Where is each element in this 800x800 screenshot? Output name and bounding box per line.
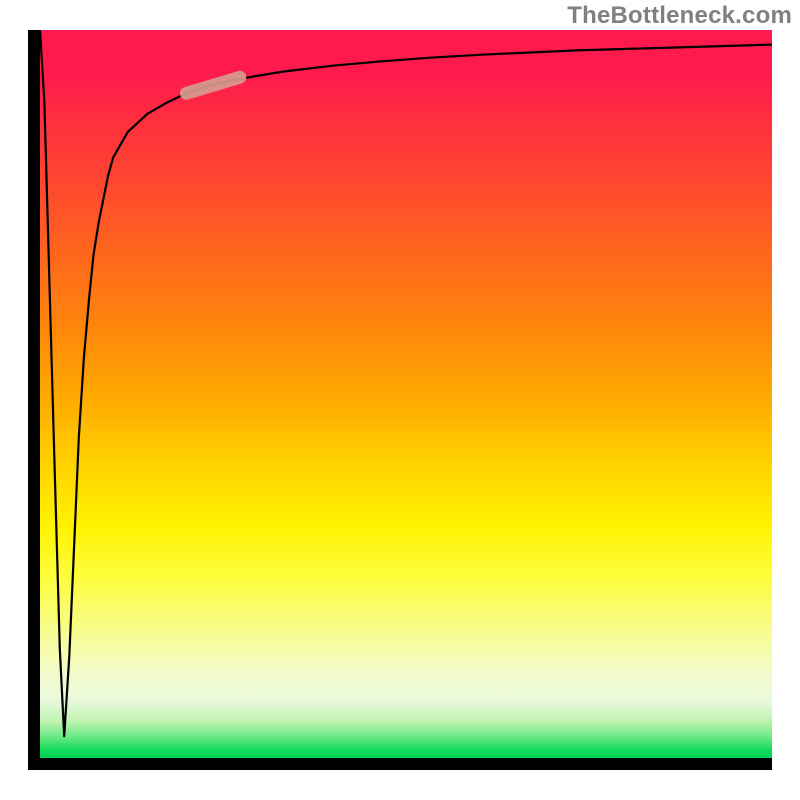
x-axis xyxy=(28,758,772,770)
y-axis xyxy=(28,30,40,770)
watermark-text: TheBottleneck.com xyxy=(567,2,792,30)
bottleneck-curve xyxy=(40,30,772,736)
highlight-segment xyxy=(186,77,239,93)
curve-layer xyxy=(40,30,772,758)
plot-area xyxy=(40,30,772,758)
chart-stage: TheBottleneck.com xyxy=(0,0,800,800)
